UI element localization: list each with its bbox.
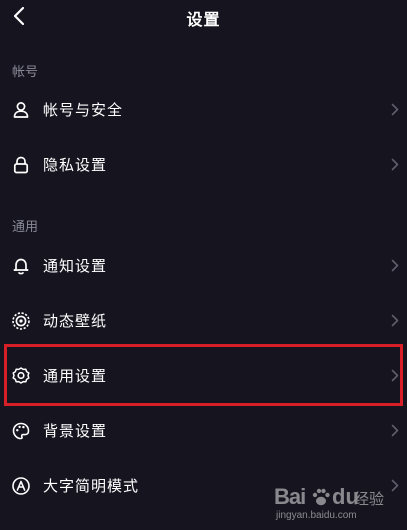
row-privacy-settings[interactable]: 隐私设置: [0, 137, 407, 191]
watermark-url: jingyan.baidu.com: [276, 510, 357, 521]
watermark-brand: Bai: [274, 484, 306, 509]
row-account-security[interactable]: 帐号与安全: [0, 82, 407, 136]
dynamic-wallpaper-icon: [12, 312, 30, 330]
row-background-settings[interactable]: 背景设置: [0, 403, 407, 457]
page-title: 设置: [186, 10, 221, 29]
settings-screen: 设置 帐号 帐号与安全 隐私设置 通用 通知设置 动态壁纸 通用设置 背景设置 …: [0, 0, 407, 530]
watermark: Bai du 经验 jingyan.baidu.com: [272, 484, 397, 524]
highlight-box: [4, 344, 403, 406]
section-header-general: 通用: [12, 220, 39, 235]
section-header-account: 帐号: [12, 65, 39, 80]
large-text-icon: [12, 477, 30, 495]
palette-icon: [12, 422, 30, 440]
chevron-right-icon: [391, 103, 399, 116]
row-label: 背景设置: [43, 422, 108, 440]
watermark-brand-cn: 经验: [354, 490, 385, 508]
chevron-right-icon: [391, 158, 399, 171]
row-label: 通知设置: [43, 257, 108, 275]
chevron-right-icon: [391, 314, 399, 327]
row-label: 动态壁纸: [43, 312, 108, 330]
row-label: 帐号与安全: [43, 101, 124, 119]
row-notification-settings[interactable]: 通知设置: [0, 238, 407, 292]
user-icon: [13, 102, 29, 118]
chevron-right-icon: [391, 424, 399, 437]
row-dynamic-wallpaper[interactable]: 动态壁纸: [0, 293, 407, 347]
top-bar: 设置: [0, 0, 407, 34]
row-label: 隐私设置: [43, 156, 108, 174]
chevron-right-icon: [391, 259, 399, 272]
paw-icon: [312, 488, 330, 506]
bell-icon: [13, 258, 29, 275]
lock-icon: [13, 156, 29, 174]
row-label: 大字简明模式: [43, 477, 140, 495]
